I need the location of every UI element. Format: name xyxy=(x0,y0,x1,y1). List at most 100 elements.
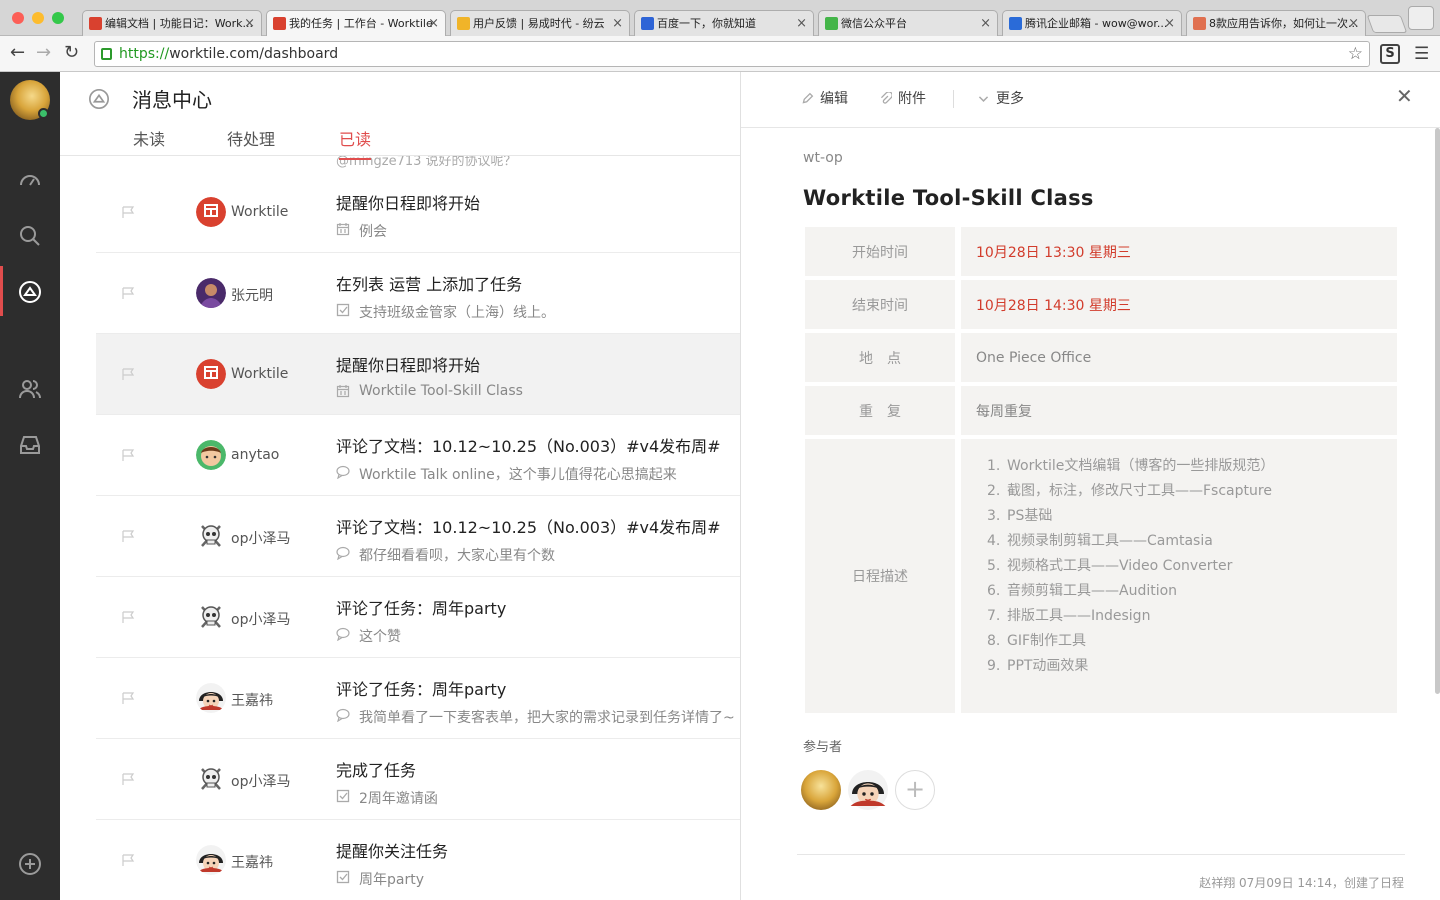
user-avatar[interactable] xyxy=(196,197,226,227)
flag-icon[interactable] xyxy=(122,368,136,380)
scrollbar[interactable] xyxy=(1435,128,1440,694)
item-number: 2. xyxy=(987,483,1001,499)
browser-tab[interactable]: 用户反馈 | 易成时代 - 纷云 × xyxy=(450,10,630,36)
message-row[interactable]: op小泽马 评论了任务：周年party 这个赞 xyxy=(96,577,740,658)
attach-button[interactable]: 附件 xyxy=(879,88,926,108)
back-icon[interactable]: ← xyxy=(10,42,25,64)
message-row[interactable]: anytao 评论了文档：10.12~10.25（No.003）#v4发布周# Wo… xyxy=(96,415,740,496)
message-row[interactable]: 张元明 在列表 运营 上添加了任务 支持班级金管家（上海）线上。 xyxy=(96,253,740,334)
more-button[interactable]: 更多 xyxy=(977,88,1024,108)
close-tab-icon[interactable]: × xyxy=(428,11,439,36)
close-tab-icon[interactable]: × xyxy=(980,11,991,36)
minimize-window-button[interactable] xyxy=(32,12,44,24)
members-icon[interactable] xyxy=(18,377,42,401)
tab-unread[interactable]: 未读 xyxy=(133,126,165,158)
add-participant-button[interactable]: + xyxy=(895,770,935,810)
user-name[interactable]: Worktile xyxy=(231,204,288,220)
user-name[interactable]: op小泽马 xyxy=(231,528,290,548)
bookmark-star-icon[interactable]: ☆ xyxy=(1348,42,1363,66)
message-row[interactable]: 王嘉祎 评论了任务：周年party 我简单看了一下麦客表单，把大家的需求记录到任务详… xyxy=(96,658,740,739)
flag-icon[interactable] xyxy=(122,206,136,218)
user-avatar[interactable] xyxy=(196,764,226,794)
message-row[interactable]: 王嘉祎 提醒你关注任务 周年party xyxy=(96,820,740,900)
dashboard-icon[interactable] xyxy=(18,168,42,192)
message-subtitle[interactable]: 我简单看了一下麦客表单，把大家的需求记录到任务详情了~ xyxy=(359,707,735,727)
message-subtitle[interactable]: 2周年邀请函 xyxy=(359,788,438,808)
user-avatar[interactable] xyxy=(196,521,226,551)
message-row[interactable]: op小泽马 评论了文档：10.12~10.25（No.003）#v4发布周# 都仔细… xyxy=(96,496,740,577)
edit-button[interactable]: 编辑 xyxy=(801,88,848,108)
participant-avatar[interactable] xyxy=(848,770,888,810)
repeat-value[interactable]: 每周重复 xyxy=(961,386,1397,435)
user-avatar[interactable] xyxy=(196,440,226,470)
user-name[interactable]: Worktile xyxy=(231,366,288,382)
participant-avatar[interactable] xyxy=(801,770,841,810)
menu-icon[interactable]: ☰ xyxy=(1414,44,1429,64)
browser-tab[interactable]: 我的任务 | 工作台 - Worktile × xyxy=(266,10,446,36)
add-icon[interactable] xyxy=(18,852,42,876)
tab-read[interactable]: 已读 xyxy=(339,126,372,160)
user-name[interactable]: op小泽马 xyxy=(231,771,290,791)
close-tab-icon[interactable]: × xyxy=(1164,11,1175,36)
close-icon[interactable]: ✕ xyxy=(1396,84,1413,108)
user-avatar[interactable] xyxy=(196,278,226,308)
user-name[interactable]: 王嘉祎 xyxy=(231,852,273,872)
message-row[interactable]: Worktile 提醒你日程即将开始 Worktile Tool-Skill Cla… xyxy=(96,334,740,415)
message-subtitle[interactable]: 周年party xyxy=(359,869,424,889)
user-name[interactable]: anytao xyxy=(231,447,279,463)
message-row[interactable]: op小泽马 完成了任务 2周年邀请函 xyxy=(96,739,740,820)
flag-icon[interactable] xyxy=(122,449,136,461)
flag-icon[interactable] xyxy=(122,854,136,866)
description-item: 1. Worktile文档编辑（博客的一些排版规范） xyxy=(987,455,1274,480)
message-subtitle[interactable]: Worktile Tool-Skill Class xyxy=(359,383,523,399)
close-tab-icon[interactable]: × xyxy=(612,11,623,36)
user-avatar[interactable] xyxy=(196,359,226,389)
message-subtitle[interactable]: 支持班级金管家（上海）线上。 xyxy=(359,302,555,322)
user-name[interactable]: 王嘉祎 xyxy=(231,690,273,710)
close-tab-icon[interactable]: × xyxy=(244,11,255,36)
search-icon[interactable] xyxy=(18,224,42,248)
flag-icon[interactable] xyxy=(122,530,136,542)
message-subtitle[interactable]: 例会 xyxy=(359,221,387,241)
end-time-value[interactable]: 10月28日 14:30 星期三 xyxy=(961,280,1397,329)
message-subtitle[interactable]: Worktile Talk online，这个事儿值得花心思搞起来 xyxy=(359,464,677,484)
tab-pending[interactable]: 待处理 xyxy=(227,126,275,158)
close-tab-icon[interactable]: × xyxy=(1348,11,1359,36)
browser-tab[interactable]: 百度一下，你就知道 × xyxy=(634,10,814,36)
reload-icon[interactable]: ↻ xyxy=(64,42,79,64)
zoom-window-button[interactable] xyxy=(52,12,64,24)
message-subtitle[interactable]: 都仔细看看呗，大家心里有个数 xyxy=(359,545,555,565)
message-center-header: 消息中心 未读 待处理 已读 xyxy=(60,72,740,160)
browser-tab[interactable]: 腾讯企业邮箱 - wow@wor... × xyxy=(1002,10,1182,36)
user-avatar[interactable] xyxy=(196,602,226,632)
address-bar[interactable]: https://worktile.com/dashboard ☆ xyxy=(94,41,1370,67)
description-list[interactable]: 1. Worktile文档编辑（博客的一些排版规范） 2. 截图，标注，修改尺寸工具—… xyxy=(961,439,1397,713)
extension-s-icon[interactable]: S xyxy=(1380,44,1400,64)
user-name[interactable]: 张元明 xyxy=(231,285,273,305)
location-label: 地 点 xyxy=(805,333,955,382)
new-tab-button[interactable] xyxy=(1366,15,1408,33)
inbox-icon[interactable] xyxy=(18,433,42,457)
user-avatar[interactable] xyxy=(196,845,226,875)
close-tab-icon[interactable]: × xyxy=(796,11,807,36)
message-row[interactable]: Worktile 提醒你日程即将开始 例会 xyxy=(96,172,740,253)
browser-tab[interactable]: 8款应用告诉你，如何让一次... × xyxy=(1186,10,1366,36)
favicon-icon xyxy=(273,17,286,30)
message-center-icon[interactable] xyxy=(18,280,42,304)
edit-label: 编辑 xyxy=(820,91,848,107)
flag-icon[interactable] xyxy=(122,692,136,704)
flag-icon[interactable] xyxy=(122,773,136,785)
user-name[interactable]: op小泽马 xyxy=(231,609,290,629)
location-value[interactable]: One Piece Office xyxy=(961,333,1397,382)
browser-tab[interactable]: 编辑文档 | 功能日记：Work... × xyxy=(82,10,262,36)
profile-button[interactable] xyxy=(1408,6,1434,30)
flag-icon[interactable] xyxy=(122,611,136,623)
forward-icon[interactable]: → xyxy=(36,42,51,64)
browser-tab[interactable]: 微信公众平台 × xyxy=(818,10,998,36)
close-window-button[interactable] xyxy=(12,12,24,24)
user-avatar[interactable] xyxy=(196,683,226,713)
message-subtitle[interactable]: 这个赞 xyxy=(359,626,401,646)
flag-icon[interactable] xyxy=(122,287,136,299)
calendar-icon xyxy=(336,222,350,236)
start-time-value[interactable]: 10月28日 13:30 星期三 xyxy=(961,227,1397,276)
